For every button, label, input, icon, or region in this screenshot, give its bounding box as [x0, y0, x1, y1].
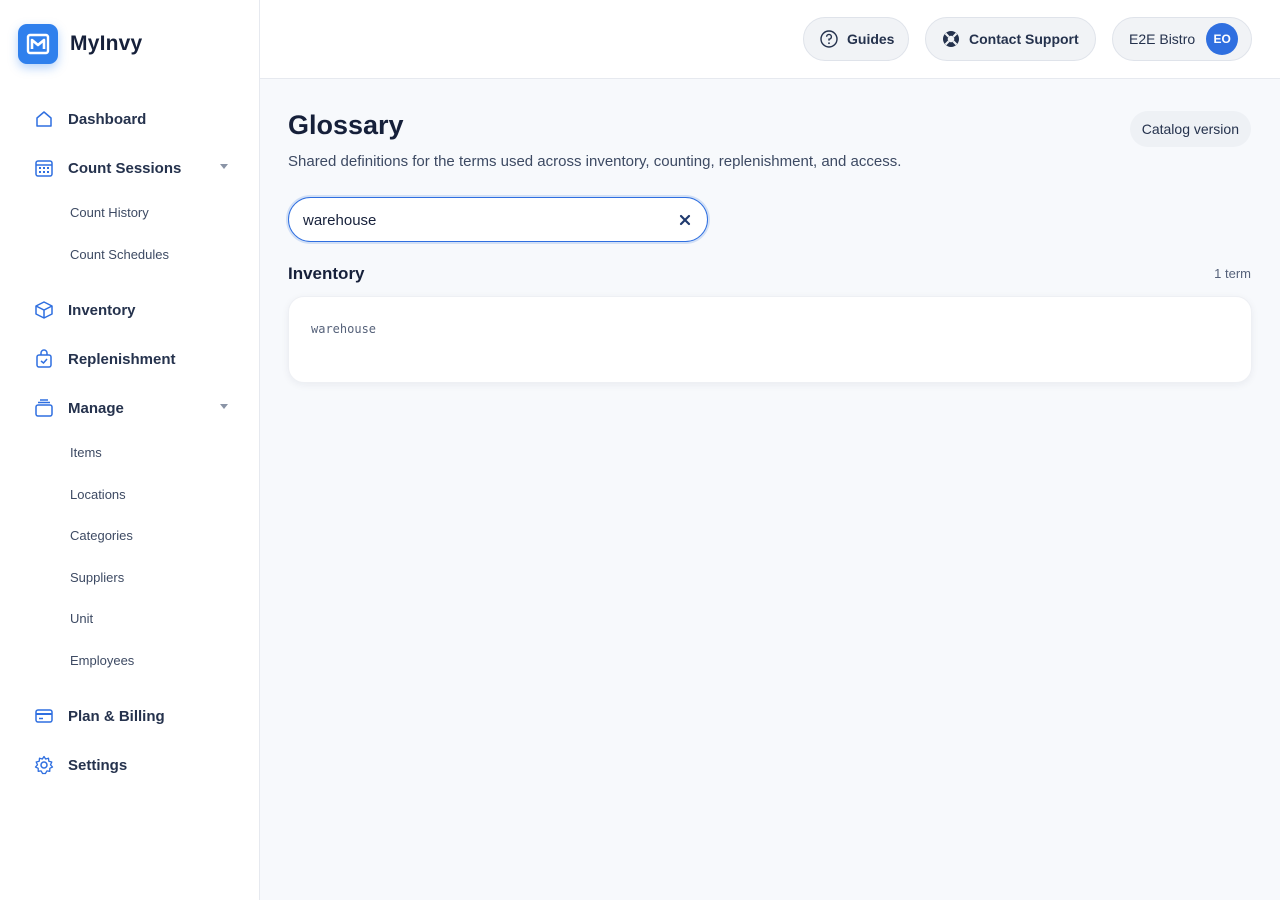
- clear-search-button[interactable]: [677, 212, 693, 228]
- sidebar-item-replenishment[interactable]: Replenishment: [34, 346, 234, 372]
- sidebar-item-plan-billing[interactable]: Plan & Billing: [34, 703, 234, 729]
- term-name: warehouse: [311, 322, 377, 336]
- catalog-version-button[interactable]: Catalog version: [1129, 111, 1251, 147]
- brand[interactable]: MyInvy: [18, 24, 142, 64]
- logo-icon: [18, 24, 58, 64]
- sidebar-item-manage[interactable]: Manage: [34, 395, 234, 421]
- sidebar-item-label: Plan & Billing: [68, 707, 165, 725]
- lifebuoy-icon: [941, 29, 961, 49]
- sidebar-subitem-employees[interactable]: Employees: [70, 652, 134, 670]
- box-icon: [34, 300, 54, 320]
- chevron-down-icon[interactable]: [220, 164, 228, 169]
- term-card[interactable]: warehouse: [288, 296, 1252, 383]
- sidebar-item-label: Inventory: [68, 301, 136, 319]
- sidebar: MyInvy Dashboard Count Sessions Count Hi…: [0, 0, 260, 900]
- close-icon: [679, 214, 691, 226]
- sidebar-subitem-count-history[interactable]: Count History: [70, 204, 149, 222]
- account-menu-button[interactable]: E2E Bistro EO: [1112, 17, 1252, 61]
- help-circle-icon: [819, 29, 839, 49]
- sidebar-item-settings[interactable]: Settings: [34, 752, 234, 778]
- section-term-count: 1 term: [1214, 266, 1251, 281]
- sidebar-item-label: Replenishment: [68, 350, 176, 368]
- account-name: E2E Bistro: [1129, 31, 1196, 47]
- sidebar-item-dashboard[interactable]: Dashboard: [34, 106, 234, 132]
- brand-name: MyInvy: [70, 32, 143, 55]
- sidebar-item-label: Settings: [68, 756, 128, 774]
- avatar: EO: [1206, 23, 1239, 55]
- page-title: Glossary: [288, 110, 404, 140]
- bag-check-icon: [34, 349, 54, 369]
- sidebar-item-label: Dashboard: [68, 110, 147, 128]
- calendar-icon: [34, 158, 54, 178]
- guides-button[interactable]: Guides: [803, 17, 909, 61]
- sidebar-item-count-sessions[interactable]: Count Sessions: [34, 155, 234, 181]
- section-title: Inventory: [288, 264, 365, 283]
- page-subtitle: Shared definitions for the terms used ac…: [288, 153, 902, 170]
- top-bar: Guides Contact Support E2E Bistro EO: [260, 0, 1280, 79]
- chevron-down-icon[interactable]: [220, 404, 228, 409]
- credit-card-icon: [34, 706, 54, 726]
- contact-support-label: Contact Support: [969, 31, 1079, 47]
- gear-icon: [34, 755, 54, 775]
- sidebar-subitem-suppliers[interactable]: Suppliers: [70, 569, 124, 587]
- sidebar-subitem-locations[interactable]: Locations: [70, 486, 126, 504]
- contact-support-button[interactable]: Contact Support: [925, 17, 1096, 61]
- home-icon: [34, 109, 54, 129]
- guides-label: Guides: [847, 31, 895, 47]
- search-input[interactable]: [303, 208, 653, 232]
- sidebar-item-label: Manage: [68, 399, 124, 417]
- search-box: [288, 197, 708, 242]
- sidebar-subitem-items[interactable]: Items: [70, 444, 102, 462]
- sidebar-subitem-count-schedules[interactable]: Count Schedules: [70, 246, 169, 264]
- sidebar-item-inventory[interactable]: Inventory: [34, 297, 234, 323]
- sidebar-subitem-categories[interactable]: Categories: [70, 527, 133, 545]
- sidebar-subitem-unit[interactable]: Unit: [70, 610, 93, 628]
- tray-icon: [34, 398, 54, 418]
- sidebar-item-label: Count Sessions: [68, 159, 182, 177]
